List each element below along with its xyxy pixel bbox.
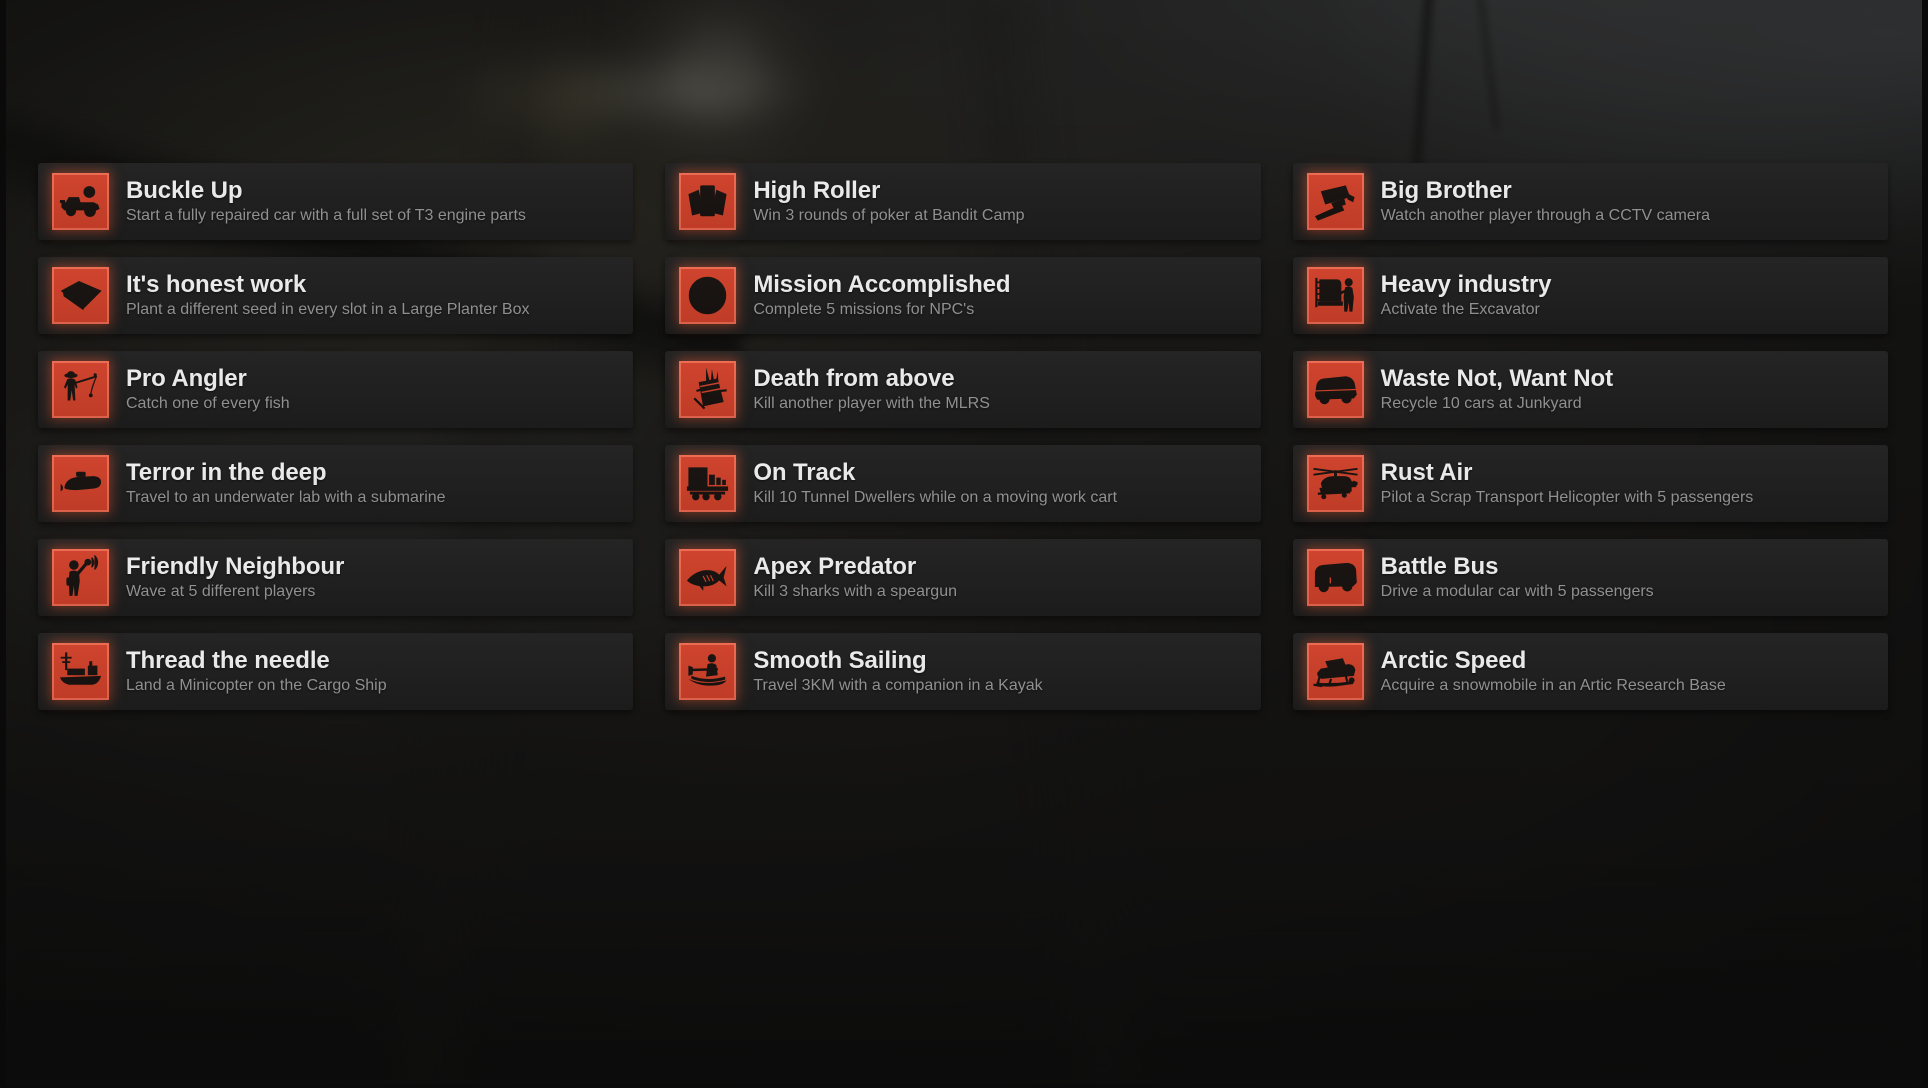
achievement-text: Pro Angler Catch one of every fish: [126, 364, 290, 414]
achievement-card[interactable]: Buckle Up Start a fully repaired car with…: [38, 163, 634, 240]
achievement-card[interactable]: Waste Not, Want Not Recycle 10 cars at Ju…: [1292, 351, 1889, 428]
achievement-title: On Track: [753, 458, 856, 486]
achievement-title: High Roller: [753, 176, 881, 204]
achievement-description: Kill another player with the MLRS: [753, 395, 990, 413]
achievement-description: Complete 5 missions for NPC's: [753, 301, 975, 319]
achievement-card[interactable]: Heavy industry Activate the Excavator: [1292, 257, 1889, 334]
achievement-text: Arctic Speed Acquire a snowmobile in an A…: [1380, 646, 1726, 696]
excavator-control-icon: [1306, 267, 1364, 324]
achievement-text: Big Brother Watch another player through …: [1380, 176, 1710, 226]
achievement-text: It's honest work Plant a different seed i…: [126, 270, 530, 320]
achievement-title: Heavy industry: [1380, 270, 1552, 298]
achievement-card[interactable]: Thread the needle Land a Minicopter on th…: [38, 633, 634, 710]
achievement-text: Buckle Up Start a fully repaired car with…: [126, 176, 526, 226]
achievement-description: Kill 10 Tunnel Dwellers while on a movin…: [753, 489, 1118, 507]
achievement-text: Terror in the deep Travel to an underwate…: [126, 458, 446, 508]
fisherman-icon: [52, 361, 109, 418]
question-mark-icon: [679, 267, 737, 324]
achievement-title: Friendly Neighbour: [126, 552, 345, 580]
shark-icon: [679, 549, 737, 606]
achievement-text: Mission Accomplished Complete 5 missions …: [753, 270, 1011, 320]
playing-cards-icon: [679, 173, 737, 230]
achievement-description: Recycle 10 cars at Junkyard: [1380, 395, 1582, 413]
achievement-description: Plant a different seed in every slot in …: [126, 301, 530, 319]
car-icon: [1306, 361, 1364, 418]
achievement-title: Apex Predator: [753, 552, 917, 580]
achievement-text: Smooth Sailing Travel 3KM with a companio…: [753, 646, 1043, 696]
achievement-card[interactable]: Arctic Speed Acquire a snowmobile in an A…: [1292, 633, 1889, 710]
window-edge-right: [1922, 0, 1928, 1088]
achievement-title: Waste Not, Want Not: [1380, 364, 1613, 392]
helicopter-icon: [1306, 455, 1364, 512]
achievement-description: Activate the Excavator: [1380, 301, 1540, 319]
bus-icon: [1306, 549, 1364, 606]
window-edge-left: [0, 0, 6, 1088]
achievement-text: Thread the needle Land a Minicopter on th…: [126, 646, 387, 696]
achievement-card[interactable]: Battle Bus Drive a modular car with 5 pas…: [1292, 539, 1889, 616]
achievement-card[interactable]: Pro Angler Catch one of every fish: [38, 351, 634, 428]
achievement-title: Smooth Sailing: [753, 646, 927, 674]
achievement-description: Drive a modular car with 5 passengers: [1380, 583, 1654, 601]
achievement-card[interactable]: On Track Kill 10 Tunnel Dwellers while on…: [665, 445, 1261, 522]
achievement-text: Death from above Kill another player with…: [753, 364, 990, 414]
achievement-description: Start a fully repaired car with a full s…: [126, 207, 526, 225]
achievement-title: Battle Bus: [1380, 552, 1499, 580]
achievement-card[interactable]: Death from above Kill another player with…: [665, 351, 1261, 428]
car-repair-icon: [52, 173, 109, 230]
achievement-description: Pilot a Scrap Transport Helicopter with …: [1380, 489, 1754, 507]
achievement-description: Watch another player through a CCTV came…: [1380, 207, 1710, 225]
achievement-title: It's honest work: [126, 270, 307, 298]
achievement-card[interactable]: It's honest work Plant a different seed i…: [38, 257, 634, 334]
achievement-card[interactable]: Terror in the deep Travel to an underwate…: [38, 445, 634, 522]
waving-player-icon: [52, 549, 109, 606]
achievement-card[interactable]: Smooth Sailing Travel 3KM with a companio…: [665, 633, 1261, 710]
achievement-title: Mission Accomplished: [753, 270, 1011, 298]
achievement-card[interactable]: Friendly Neighbour Wave at 5 different pl…: [38, 539, 634, 616]
achievement-text: Apex Predator Kill 3 sharks with a spearg…: [753, 552, 957, 602]
achievement-title: Rust Air: [1380, 458, 1473, 486]
achievement-title: Big Brother: [1380, 176, 1512, 204]
work-cart-icon: [679, 455, 737, 512]
achievement-title: Death from above: [753, 364, 955, 392]
achievement-description: Acquire a snowmobile in an Artic Researc…: [1380, 677, 1726, 695]
window-edge-bottom: [0, 1084, 1928, 1088]
achievement-text: High Roller Win 3 rounds of poker at Band…: [753, 176, 1025, 226]
cargo-ship-icon: [52, 643, 109, 700]
achievement-card[interactable]: Mission Accomplished Complete 5 missions …: [665, 257, 1261, 334]
achievement-card[interactable]: Big Brother Watch another player through …: [1292, 163, 1889, 240]
achievement-text: Rust Air Pilot a Scrap Transport Helicopt…: [1380, 458, 1754, 508]
achievement-description: Travel 3KM with a companion in a Kayak: [753, 677, 1043, 695]
achievement-card[interactable]: High Roller Win 3 rounds of poker at Band…: [665, 163, 1261, 240]
achievement-title: Pro Angler: [126, 364, 247, 392]
cctv-camera-icon: [1306, 173, 1364, 230]
achievement-description: Catch one of every fish: [126, 395, 290, 413]
snowmobile-icon: [1306, 643, 1364, 700]
achievement-grid: Buckle Up Start a fully repaired car with…: [38, 163, 1889, 710]
achievement-description: Land a Minicopter on the Cargo Ship: [126, 677, 387, 695]
achievement-title: Arctic Speed: [1380, 646, 1527, 674]
achievement-text: Waste Not, Want Not Recycle 10 cars at Ju…: [1380, 364, 1613, 414]
achievement-text: Battle Bus Drive a modular car with 5 pas…: [1380, 552, 1654, 602]
achievement-card[interactable]: Apex Predator Kill 3 sharks with a spearg…: [665, 539, 1261, 616]
achievement-text: Friendly Neighbour Wave at 5 different pl…: [126, 552, 345, 602]
achievement-title: Buckle Up: [126, 176, 243, 204]
achievement-description: Win 3 rounds of poker at Bandit Camp: [753, 207, 1025, 225]
mlrs-rocket-icon: [679, 361, 737, 418]
achievement-text: On Track Kill 10 Tunnel Dwellers while on…: [753, 458, 1118, 508]
achievement-description: Kill 3 sharks with a speargun: [753, 583, 957, 601]
achievement-title: Thread the needle: [126, 646, 330, 674]
achievement-card[interactable]: Rust Air Pilot a Scrap Transport Helicopt…: [1292, 445, 1889, 522]
planter-box-icon: [52, 267, 109, 324]
achievement-description: Wave at 5 different players: [126, 583, 316, 601]
submarine-icon: [52, 455, 109, 512]
achievement-text: Heavy industry Activate the Excavator: [1380, 270, 1552, 320]
achievement-description: Travel to an underwater lab with a subma…: [126, 489, 446, 507]
kayak-icon: [679, 643, 737, 700]
achievement-title: Terror in the deep: [126, 458, 327, 486]
